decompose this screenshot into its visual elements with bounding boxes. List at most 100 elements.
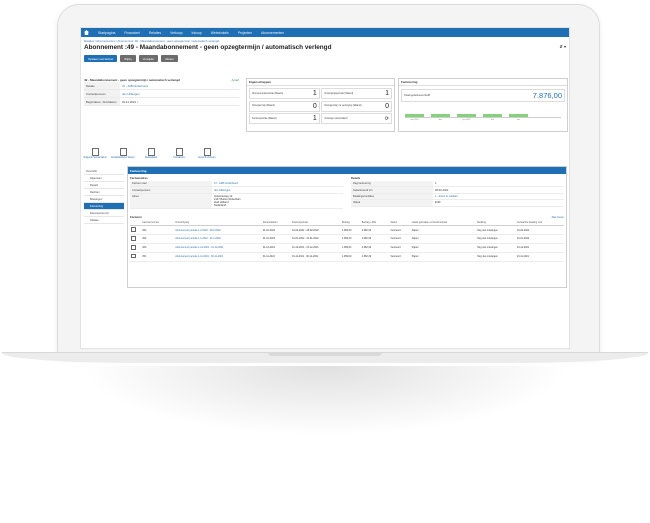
- close-button[interactable]: Sluiten: [161, 55, 178, 62]
- table-cell: Papier: [410, 225, 477, 235]
- properties-grid: Abonnementsperiode (Maand) 1 Verlengingsp…: [247, 86, 394, 126]
- table-cell: 01-11-2021: [261, 252, 292, 262]
- sidebar-item-lines[interactable]: Regels: [84, 182, 124, 189]
- property-cell: Verlengingsperiode (Maand) 1: [321, 88, 392, 99]
- table-cell: 1.969,00: [340, 243, 361, 253]
- nav-item[interactable]: Startpagina: [98, 31, 115, 35]
- checkbox-icon[interactable]: [131, 245, 136, 250]
- table-row[interactable]: 251 Abonnement periode 1-11-2021 - 30-11…: [130, 252, 564, 262]
- show-all-link[interactable]: Alle tonen: [552, 215, 564, 219]
- property-value: 1: [385, 90, 389, 97]
- home-icon[interactable]: [84, 30, 89, 35]
- summary-panels: 49 - Maandabonnement - geen opzegtermijn…: [84, 78, 568, 142]
- invoice-link[interactable]: Abonnement periode 1-2-2022 - 28-2-2022: [174, 225, 262, 235]
- laptop-shadow: [80, 366, 570, 436]
- transactions-button[interactable]: Transacties: [168, 148, 190, 159]
- contact-link[interactable]: den Uitbergen: [212, 187, 232, 192]
- details-key: Begindatum / Einddatum: [84, 98, 120, 105]
- table-row[interactable]: 262 Abonnement periode 1-1-2022 - 31-1-2…: [130, 234, 564, 244]
- invoices-title: Facturen: [130, 215, 142, 220]
- nav-item[interactable]: Relaties: [149, 31, 161, 35]
- mail-icon: [203, 148, 211, 156]
- invoice-to-link[interactable]: 47 - A2B Onderhoud: [212, 181, 240, 186]
- nav-item[interactable]: Financieel: [124, 31, 139, 35]
- details-row: Contactpersoon den Uitbergen: [84, 90, 239, 98]
- sidebar-item-documents[interactable]: Documenten (0): [84, 210, 124, 217]
- table-cell: 16-11-2021: [515, 252, 564, 262]
- property-cell: Factuurperiode (Maand) 1: [249, 113, 320, 124]
- clipboard-icon: [119, 148, 127, 156]
- save-with-invoice-button[interactable]: Opslaan met factuur: [84, 55, 118, 62]
- row-select[interactable]: [130, 243, 142, 253]
- chart-labels: nov 2021 dec jan 2022 feb mrt: [405, 119, 561, 121]
- action-label: Volgende factuurdatum: [83, 157, 107, 159]
- refresh-icon: ⟳: [384, 115, 389, 122]
- relation-card-button[interactable]: Relatiekaart: [140, 148, 162, 159]
- finalize-invoice-button[interactable]: Eindafhandelen factuur: [111, 148, 135, 159]
- nav-item[interactable]: Projecten: [238, 31, 252, 35]
- table-cell: Nog niet ontvangen: [476, 225, 516, 235]
- chart-bar: [483, 114, 502, 117]
- row-select[interactable]: [130, 225, 142, 235]
- contact-link[interactable]: den Uitbergen: [120, 90, 142, 97]
- table-cell: 16-01-2022: [515, 234, 564, 244]
- table-cell: Verstuurd: [389, 225, 411, 235]
- sidebar-item-invoicing[interactable]: Facturering: [84, 203, 124, 210]
- sidebar-item-bookings[interactable]: Boekingen: [84, 196, 124, 203]
- delete-button[interactable]: Verwijder: [138, 55, 159, 62]
- property-value: 1: [312, 115, 317, 122]
- section-header: Facturering: [128, 167, 566, 174]
- table-row[interactable]: 260 Abonnement periode 1-12-2021 - 31-12…: [130, 243, 564, 253]
- invoice-link[interactable]: Abonnement periode 1-11-2021 - 30-11-202…: [174, 252, 262, 262]
- details-value: 01-11-2021 / -: [122, 99, 140, 104]
- field-key: Dag facturering: [351, 181, 433, 187]
- invoice-link[interactable]: Abonnement periode 1-1-2022 - 31-1-2022: [174, 234, 262, 244]
- table-row[interactable]: 264 Abonnement periode 1-2-2022 - 28-2-2…: [130, 225, 564, 235]
- email-button[interactable]: Email & Verkoop: [196, 148, 218, 159]
- chart-label: dec: [438, 119, 443, 121]
- relation-link[interactable]: 47 - A2B Onderhoud: [120, 82, 150, 89]
- table-cell: 251: [141, 252, 175, 262]
- chart-bar: [431, 114, 450, 117]
- property-label: Verlengen automatisch: [324, 117, 348, 120]
- table-cell: 01-01-2022 - 31-01-2022: [291, 234, 341, 244]
- next-invoice-date-button[interactable]: Volgende factuurdatum: [83, 148, 107, 159]
- view-options-icon[interactable]: ⇵ ▾: [560, 44, 566, 51]
- row-select[interactable]: [130, 252, 142, 262]
- checkbox-icon[interactable]: [131, 227, 136, 232]
- property-value: 0: [385, 102, 389, 110]
- field-key: Adres: [130, 193, 212, 209]
- nav-item[interactable]: Inkoop: [192, 31, 202, 35]
- row-select[interactable]: [130, 234, 142, 244]
- property-value: 0: [312, 102, 317, 110]
- checkbox-icon[interactable]: [131, 236, 136, 241]
- nav-item[interactable]: Abonnementen: [261, 31, 284, 35]
- nav-item[interactable]: Webwinkels: [211, 31, 229, 35]
- property-label: Opzegtermijn (Maand): [252, 105, 275, 107]
- sidebar-item-general[interactable]: Algemeen: [84, 175, 124, 182]
- checkbox-icon[interactable]: [131, 253, 136, 259]
- quick-actions: Volgende factuurdatum Eindafhandelen fac…: [83, 148, 218, 159]
- table-cell: 01-12-2021 - 31-12-2021: [291, 243, 341, 253]
- invoice-link[interactable]: Abonnement periode 1-12-2021 - 31-12-202…: [174, 243, 262, 253]
- details-column: Details Dag facturering 1 Gefactureerd t/…: [351, 176, 564, 209]
- table-cell: 2.382,49: [360, 243, 390, 253]
- section-sidebar: Overzicht Algemeen Regels Rechten Boekin…: [84, 168, 124, 224]
- invoicing-section: Facturering Factuuradres Factuur naar 47 …: [127, 166, 567, 288]
- chart-bar: [405, 114, 424, 117]
- sidebar-item-rights[interactable]: Rechten: [84, 189, 124, 196]
- invoicing-panel: Facturering Totaal gefactureerd EUR 7.87…: [398, 78, 568, 132]
- invoice-address-title: Factuuradres: [130, 176, 148, 180]
- field-key: Factuur naar: [130, 181, 212, 187]
- sidebar-item-notes[interactable]: Notities: [84, 217, 124, 224]
- table-cell: 262: [141, 234, 175, 244]
- page-title: Abonnement :49 - Maandabonnement - geen …: [84, 44, 332, 51]
- payment-terms-link[interactable]: 1 - direct te voldoen: [433, 194, 460, 199]
- chart-bar: [509, 114, 528, 117]
- invoice-bar-chart: [405, 105, 561, 118]
- field-value: 28-02-2022: [435, 188, 449, 192]
- address-row: Adres Industrieweg 12 2147 Buiten Rotterd…: [130, 193, 343, 210]
- nav-item[interactable]: Verkoop: [170, 31, 182, 35]
- edit-button[interactable]: Wijzig: [120, 55, 136, 62]
- sidebar-item-overview[interactable]: Overzicht: [84, 168, 124, 175]
